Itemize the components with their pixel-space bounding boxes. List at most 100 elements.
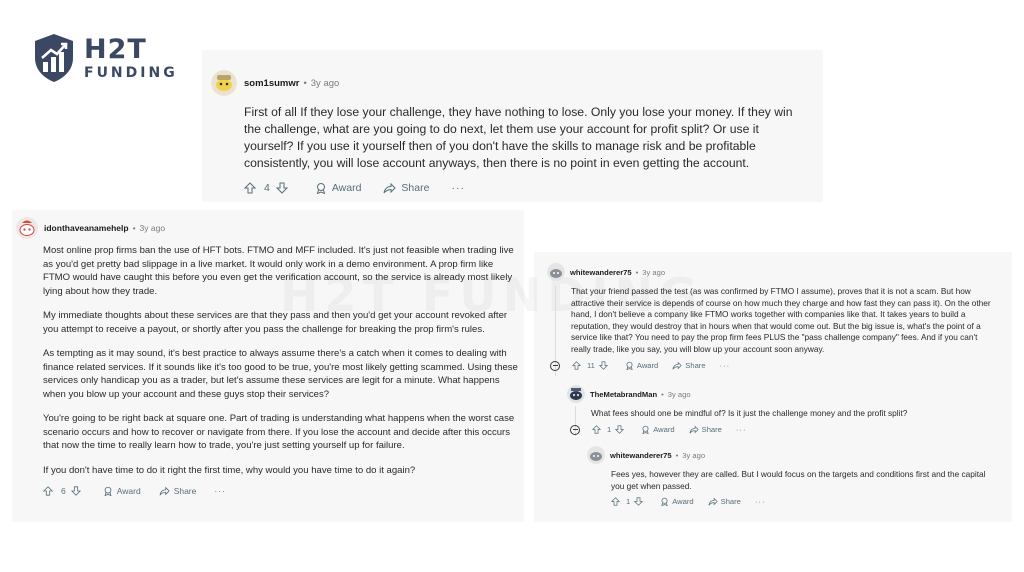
comment-paragraph: My immediate thoughts about these servic… — [43, 310, 508, 335]
more-options-button[interactable]: ··· — [451, 182, 465, 194]
share-icon — [689, 425, 699, 434]
comment-actions: 4 Award Share ··· — [244, 182, 811, 194]
award-button[interactable]: Award — [103, 486, 141, 496]
share-label: Share — [173, 486, 197, 496]
share-button[interactable]: Share — [708, 497, 741, 506]
downvote-icon[interactable] — [615, 425, 625, 434]
upvote-icon[interactable] — [43, 486, 53, 496]
separator-dot: • — [132, 223, 136, 233]
comment-paragraph: First of all If they lose your challenge… — [244, 105, 793, 170]
separator-dot: • — [303, 77, 307, 89]
collapse-thread-icon[interactable] — [570, 424, 580, 435]
share-button[interactable]: Share — [672, 361, 706, 371]
share-button[interactable]: Share — [689, 425, 722, 434]
award-label: Award — [636, 361, 659, 371]
comment-paragraph: Fees yes, however they are called. But I… — [611, 469, 986, 491]
more-options-button[interactable]: ··· — [720, 361, 731, 370]
share-label: Share — [720, 497, 741, 507]
comment-body: Fees yes, however they are called. But I… — [611, 469, 987, 492]
more-options-button[interactable]: ··· — [214, 486, 226, 496]
upvote-icon[interactable] — [611, 497, 620, 506]
downvote-icon[interactable] — [598, 361, 608, 370]
award-label: Award — [672, 497, 694, 507]
comment-header: som1sumwr • 3y ago — [211, 70, 811, 96]
comment-timestamp: 3y ago — [310, 77, 340, 89]
vote-count: 1 — [626, 497, 631, 507]
comment-actions: 6 Award Share ··· — [43, 486, 516, 496]
share-icon — [708, 497, 718, 506]
comment-body: That your friend passed the test (as was… — [571, 286, 995, 356]
award-button[interactable]: Award — [315, 182, 362, 194]
vote-count: 1 — [607, 425, 612, 435]
award-button[interactable]: Award — [625, 361, 659, 371]
comment-author[interactable]: whitewanderer75 — [570, 268, 632, 277]
comment-timestamp: 3y ago — [139, 223, 166, 233]
share-button[interactable]: Share — [159, 486, 197, 496]
comment-paragraph: That your friend passed the test (as was… — [571, 286, 991, 354]
vote-control: 1 — [611, 497, 646, 506]
share-icon — [159, 486, 170, 496]
downvote-icon[interactable] — [634, 497, 644, 506]
award-icon — [104, 486, 112, 496]
share-label: Share — [401, 182, 430, 194]
snoo-avatar-icon[interactable] — [211, 70, 237, 96]
award-icon — [661, 497, 668, 507]
award-label: Award — [331, 182, 362, 194]
downvote-icon[interactable] — [275, 182, 288, 194]
upvote-icon[interactable] — [572, 361, 581, 370]
separator-dot: • — [635, 267, 639, 277]
comment: whitewanderer75 • 3y ago Fees yes, howev… — [587, 446, 987, 507]
vote-control: 11 — [572, 361, 611, 370]
separator-dot: • — [661, 389, 664, 399]
comment-author[interactable]: whitewanderer75 — [610, 451, 672, 460]
award-label: Award — [116, 486, 141, 496]
more-options-button[interactable]: ··· — [736, 425, 747, 434]
snoo-avatar-icon[interactable] — [587, 446, 605, 464]
comment-paragraph: What fees should one be mindful of? Is i… — [591, 408, 908, 418]
vote-count: 11 — [587, 361, 595, 371]
award-button[interactable]: Award — [641, 425, 675, 435]
comment-timestamp: 3y ago — [642, 267, 666, 277]
vote-control: 4 — [244, 182, 293, 194]
comment-body: First of all If they lose your challenge… — [244, 104, 809, 172]
vote-count: 4 — [264, 182, 270, 194]
comment-timestamp: 3y ago — [667, 389, 691, 399]
comment: som1sumwr • 3y ago First of all If they … — [211, 70, 811, 194]
share-icon — [672, 361, 682, 370]
comment-paragraph: If you don't have time to do it right th… — [43, 464, 416, 476]
award-icon — [642, 425, 649, 435]
brand-tagline: FUNDING — [84, 65, 178, 81]
award-button[interactable]: Award — [660, 497, 694, 507]
snoo-avatar-icon[interactable] — [547, 263, 565, 281]
upvote-icon[interactable] — [244, 182, 256, 194]
comment-header: idonthaveanamehelp • 3y ago — [16, 217, 516, 239]
comment-actions: 1 Award Share ··· — [611, 497, 987, 507]
downvote-icon[interactable] — [70, 486, 81, 496]
share-icon — [383, 182, 397, 194]
vote-count: 6 — [61, 486, 66, 496]
comment-author[interactable]: som1sumwr — [244, 78, 299, 89]
upvote-icon[interactable] — [592, 425, 601, 434]
vote-control: 1 — [592, 425, 627, 434]
share-button[interactable]: Share — [383, 182, 429, 194]
comment: TheMetabrandMan • 3y ago What fees shoul… — [567, 385, 987, 435]
comment: whitewanderer75 • 3y ago That your frien… — [547, 263, 997, 371]
comment-actions: 1 Award Share ··· — [570, 424, 987, 435]
snoo-avatar-icon[interactable] — [16, 217, 38, 239]
snoo-avatar-icon[interactable] — [567, 385, 585, 403]
comment-timestamp: 3y ago — [682, 450, 706, 460]
comment-paragraph: You're going to be right back at square … — [43, 413, 515, 451]
comment-header: whitewanderer75 • 3y ago — [547, 263, 997, 281]
separator-dot: • — [675, 450, 679, 460]
more-options-button[interactable]: ··· — [755, 497, 766, 506]
share-label: Share — [685, 361, 706, 371]
brand-logo: H2T FUNDING — [32, 30, 182, 86]
comment-body: Most online prop firms ban the use of HF… — [43, 244, 519, 477]
award-icon — [626, 361, 633, 371]
comment: idonthaveanamehelp • 3y ago Most online … — [16, 217, 519, 496]
comment-author[interactable]: idonthaveanamehelp — [44, 223, 129, 233]
comment-paragraph: As tempting as it may sound, it's best p… — [43, 348, 518, 400]
comment-author[interactable]: TheMetabrandMan — [590, 390, 657, 399]
collapse-thread-icon[interactable] — [550, 360, 560, 371]
comment-actions: 11 Award Share ··· — [550, 360, 997, 371]
